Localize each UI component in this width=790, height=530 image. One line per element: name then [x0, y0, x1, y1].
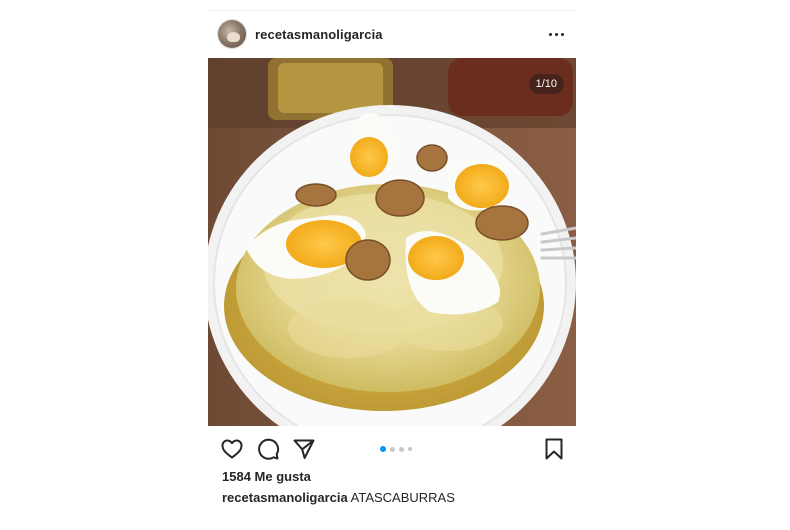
carousel-dot-active	[380, 446, 386, 452]
save-button[interactable]	[542, 437, 566, 461]
avatar[interactable]	[218, 20, 246, 48]
more-options-icon	[548, 32, 564, 36]
media-counter: 1/10	[528, 74, 564, 94]
post-username[interactable]: recetasmanoligarcia	[255, 27, 383, 42]
bookmark-icon	[545, 438, 563, 460]
post-image[interactable]: 1/10	[208, 58, 576, 426]
food-photo	[208, 58, 576, 426]
carousel-dot	[390, 446, 395, 452]
likes-count[interactable]: 1584 Me gusta	[222, 469, 311, 484]
carousel-dot	[408, 447, 412, 451]
caption-text: ATASCABURRAS	[350, 490, 455, 505]
caption-username[interactable]: recetasmanoligarcia	[222, 490, 348, 505]
post-actions	[208, 429, 576, 467]
send-icon	[293, 439, 315, 459]
post-caption: recetasmanoligarcia ATASCABURRAS	[222, 490, 455, 505]
instagram-post: recetasmanoligarcia 1/10 1584 Me gusta r…	[208, 10, 576, 521]
like-button[interactable]	[220, 437, 244, 461]
post-header: recetasmanoligarcia	[208, 11, 576, 58]
share-button[interactable]	[292, 437, 316, 461]
more-options-button[interactable]	[546, 25, 566, 43]
comment-button[interactable]	[256, 437, 280, 461]
carousel-indicator	[380, 446, 412, 452]
carousel-dot	[399, 446, 404, 452]
comment-icon	[258, 438, 280, 460]
heart-icon	[221, 439, 243, 459]
